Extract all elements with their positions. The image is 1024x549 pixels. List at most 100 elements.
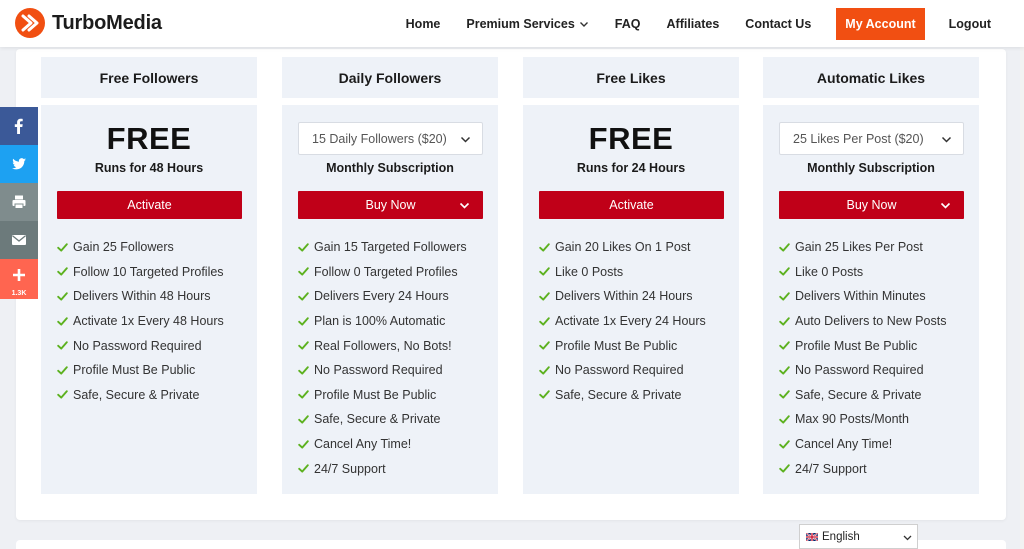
chevron-down-icon: [459, 202, 470, 209]
feature-text: Gain 25 Likes Per Post: [795, 240, 923, 255]
site-header: TurboMedia Home Premium Services FAQ Aff…: [0, 0, 1024, 47]
feature-text: Gain 20 Likes On 1 Post: [555, 240, 691, 255]
checkmark-icon: [298, 439, 309, 449]
feature-item: No Password Required: [298, 358, 467, 383]
twitter-share-button[interactable]: [0, 145, 38, 183]
checkmark-icon: [57, 316, 68, 326]
feature-item: 24/7 Support: [298, 456, 467, 481]
checkmark-icon: [57, 366, 68, 375]
package-select[interactable]: 25 Likes Per Post ($20): [779, 122, 964, 155]
checkmark-icon: [779, 341, 790, 350]
plan-title-daily-followers: Daily Followers: [282, 57, 498, 98]
feature-item: Real Followers, No Bots!: [298, 333, 467, 358]
language-select[interactable]: English: [799, 524, 918, 549]
feature-text: 24/7 Support: [314, 461, 386, 476]
checkmark-icon: [57, 341, 68, 350]
page-scrollbar[interactable]: [1020, 47, 1024, 549]
feature-item: Safe, Secure & Private: [539, 383, 706, 408]
checkmark-icon: [779, 390, 790, 399]
feature-item: Safe, Secure & Private: [298, 407, 467, 432]
print-button[interactable]: [0, 183, 38, 221]
plan-price: FREE: [588, 121, 674, 156]
feature-text: Real Followers, No Bots!: [314, 338, 452, 353]
feature-text: No Password Required: [795, 363, 924, 378]
feature-text: Profile Must Be Public: [555, 338, 678, 353]
feature-list: Gain 25 Likes Per Post Like 0 Posts Delive…: [779, 235, 946, 481]
activate-button[interactable]: Activate: [539, 191, 724, 219]
my-account-button[interactable]: My Account: [836, 7, 925, 40]
nav-contact-us[interactable]: Contact Us: [745, 17, 811, 31]
checkmark-icon: [57, 243, 68, 252]
feature-item: Gain 15 Targeted Followers: [298, 235, 467, 260]
feature-text: Cancel Any Time!: [314, 437, 412, 452]
feature-text: Gain 15 Targeted Followers: [314, 240, 467, 255]
feature-text: Delivers Within Minutes: [795, 289, 926, 304]
feature-item: Delivers Every 24 Hours: [298, 284, 467, 309]
plan-billing: Monthly Subscription: [326, 161, 454, 175]
main-nav: Home Premium Services FAQ Affiliates Con…: [393, 0, 1024, 47]
language-label: English: [822, 530, 860, 543]
feature-text: No Password Required: [73, 338, 202, 353]
nav-home[interactable]: Home: [406, 17, 441, 31]
feature-item: No Password Required: [539, 358, 706, 383]
feature-list: Gain 15 Targeted Followers Follow 0 Targe…: [298, 235, 467, 481]
activate-button[interactable]: Activate: [57, 191, 242, 219]
feature-item: No Password Required: [57, 333, 224, 358]
printer-icon: [12, 195, 26, 209]
checkmark-icon: [298, 341, 309, 350]
feature-item: Gain 25 Likes Per Post: [779, 235, 946, 260]
feature-text: Safe, Secure & Private: [314, 412, 441, 427]
buy-now-label: Buy Now: [365, 198, 416, 212]
feature-text: 24/7 Support: [795, 461, 867, 476]
feature-item: Like 0 Posts: [539, 260, 706, 285]
feature-item: Auto Delivers to New Posts: [779, 309, 946, 334]
more-share-button[interactable]: 1.3K: [0, 259, 38, 299]
feature-text: Max 90 Posts/Month: [795, 412, 909, 427]
twitter-icon: [12, 158, 26, 170]
feature-text: Activate 1x Every 24 Hours: [555, 314, 706, 329]
feature-text: Delivers Within 24 Hours: [555, 289, 693, 304]
feature-item: Cancel Any Time!: [779, 432, 946, 457]
plan-card-daily-followers: 15 Daily Followers ($20) Monthly Subscri…: [282, 105, 498, 494]
chevron-down-icon: [579, 21, 588, 27]
nav-faq[interactable]: FAQ: [615, 17, 641, 31]
buy-now-button[interactable]: Buy Now: [298, 191, 483, 219]
package-select[interactable]: 15 Daily Followers ($20): [298, 122, 483, 155]
nav-premium-services[interactable]: Premium Services: [466, 17, 588, 31]
buy-now-button[interactable]: Buy Now: [779, 191, 964, 219]
feature-item: Activate 1x Every 24 Hours: [539, 309, 706, 334]
plan-card-free-likes: FREE Runs for 24 Hours Activate Gain 20 …: [523, 105, 739, 494]
checkmark-icon: [298, 243, 309, 252]
plan-price: FREE: [106, 121, 192, 156]
feature-text: Profile Must Be Public: [795, 338, 918, 353]
feature-item: Cancel Any Time!: [298, 432, 467, 457]
logo[interactable]: TurboMedia: [14, 6, 162, 40]
feature-item: Gain 25 Followers: [57, 235, 224, 260]
feature-text: Safe, Secure & Private: [555, 387, 682, 402]
checkmark-icon: [539, 267, 550, 276]
feature-list: Gain 25 Followers Follow 10 Targeted Prof…: [57, 235, 224, 407]
feature-text: Delivers Every 24 Hours: [314, 289, 449, 304]
facebook-icon: [14, 118, 23, 134]
share-count: 1.3K: [11, 290, 27, 297]
feature-text: Delivers Within 48 Hours: [73, 289, 211, 304]
checkmark-icon: [779, 415, 790, 424]
checkmark-icon: [298, 415, 309, 424]
facebook-share-button[interactable]: [0, 107, 38, 145]
feature-text: Plan is 100% Automatic: [314, 314, 446, 329]
feature-item: Profile Must Be Public: [779, 333, 946, 358]
feature-item: Safe, Secure & Private: [779, 383, 946, 408]
feature-item: Profile Must Be Public: [298, 383, 467, 408]
feature-text: Like 0 Posts: [555, 264, 624, 279]
feature-text: Safe, Secure & Private: [795, 387, 922, 402]
nav-logout[interactable]: Logout: [949, 17, 991, 31]
feature-text: Profile Must Be Public: [314, 387, 437, 402]
nav-affiliates[interactable]: Affiliates: [667, 17, 720, 31]
plus-icon: [13, 269, 25, 281]
checkmark-icon: [779, 464, 790, 473]
checkmark-icon: [57, 390, 68, 399]
checkmark-icon: [539, 292, 550, 301]
email-share-button[interactable]: [0, 221, 38, 259]
feature-item: 24/7 Support: [779, 456, 946, 481]
checkmark-icon: [298, 464, 309, 473]
